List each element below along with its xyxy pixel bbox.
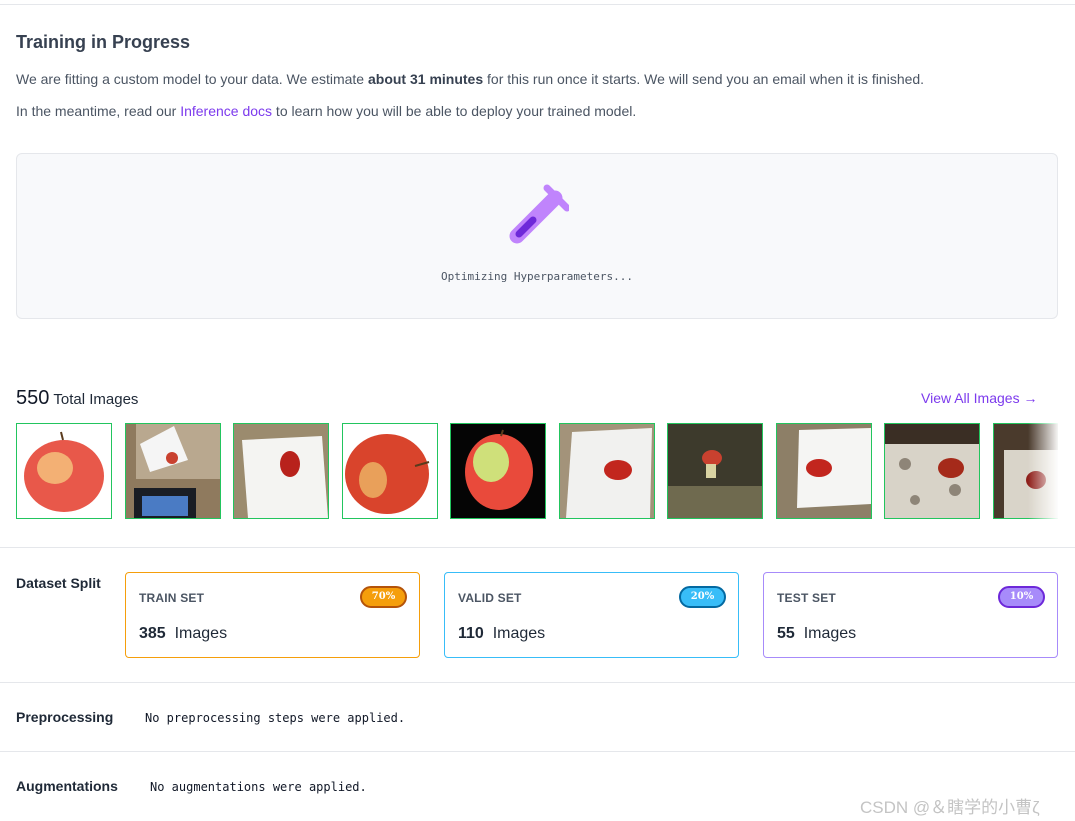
thumbnail-apple-core-dark[interactable] [667, 423, 763, 519]
arrow-right-icon: → [1023, 390, 1038, 406]
split-percent-badge: 10% [998, 586, 1045, 608]
view-all-images-link[interactable]: View All Images → [921, 390, 1037, 406]
progress-status: Optimizing Hyperparameters... [440, 270, 634, 283]
meantime-text: In the meantime, read our Inference docs… [16, 103, 636, 119]
preprocessing-text: No preprocessing steps were applied. [145, 711, 406, 725]
total-images: 550 Total Images [16, 387, 138, 410]
split-count-unit: Images [174, 625, 228, 642]
dataset-split-label: Dataset Split [16, 575, 101, 591]
thumbnail-apple-closeup[interactable] [342, 423, 438, 519]
thumbnail-apple-on-paper[interactable] [233, 423, 329, 519]
split-count-value: 55 [777, 625, 795, 642]
split-name: VALID SET [458, 591, 522, 605]
split-count-unit: Images [492, 625, 546, 642]
split-count: 55 Images [777, 625, 856, 643]
page-title: Training in Progress [16, 32, 191, 52]
test-set-card: TEST SET 10% 55 Images [763, 572, 1058, 658]
split-count-unit: Images [803, 625, 857, 642]
split-count-value: 385 [139, 625, 166, 642]
section-divider [0, 547, 1075, 548]
estimate-suffix: for this run once it starts. We will sen… [483, 71, 925, 87]
view-all-label: View All Images [921, 390, 1020, 406]
section-divider [0, 751, 1075, 752]
thumbnail-apple-black-background[interactable] [450, 423, 546, 519]
image-thumbnail-strip [16, 423, 1058, 519]
training-progress-panel: Optimizing Hyperparameters... [16, 153, 1058, 319]
estimate-prefix: We are fitting a custom model to your da… [16, 71, 368, 87]
split-percent-badge: 70% [360, 586, 407, 608]
training-estimate-text: We are fitting a custom model to your da… [16, 71, 924, 87]
thumbnail-apple-on-desk-with-monitor[interactable] [125, 423, 221, 519]
section-divider [0, 682, 1075, 683]
thumbnail-apple-on-paper-2[interactable] [559, 423, 655, 519]
total-images-label: Total Images [53, 391, 139, 408]
split-percent-badge: 20% [679, 586, 726, 608]
split-count-value: 110 [458, 625, 484, 642]
thumbnail-fade [1028, 423, 1058, 519]
watermark: CSDN @＆瞎学的小曹ζ [860, 798, 1040, 817]
train-set-card: TRAIN SET 70% 385 Images [125, 572, 420, 658]
top-divider [0, 4, 1075, 5]
meantime-suffix: to learn how you will be able to deploy … [272, 103, 637, 119]
split-count: 110 Images [458, 625, 545, 643]
estimate-duration: about 31 minutes [367, 71, 484, 87]
total-images-count: 550 [16, 387, 50, 409]
split-name: TRAIN SET [139, 591, 205, 605]
thumbnail-apple-white-background[interactable] [16, 423, 112, 519]
thumbnail-apple-on-paper-3[interactable] [776, 423, 872, 519]
augmentations-text: No augmentations were applied. [150, 780, 367, 794]
split-name: TEST SET [777, 591, 836, 605]
augmentations-label: Augmentations [16, 778, 118, 794]
valid-set-card: VALID SET 20% 110 Images [444, 572, 739, 658]
inference-docs-link[interactable]: Inference docs [180, 103, 272, 119]
preprocessing-label: Preprocessing [16, 709, 114, 725]
split-count: 385 Images [139, 625, 227, 643]
test-tube-icon [509, 184, 569, 244]
meantime-prefix: In the meantime, read our [16, 103, 181, 119]
thumbnail-apple-on-lace[interactable] [884, 423, 980, 519]
